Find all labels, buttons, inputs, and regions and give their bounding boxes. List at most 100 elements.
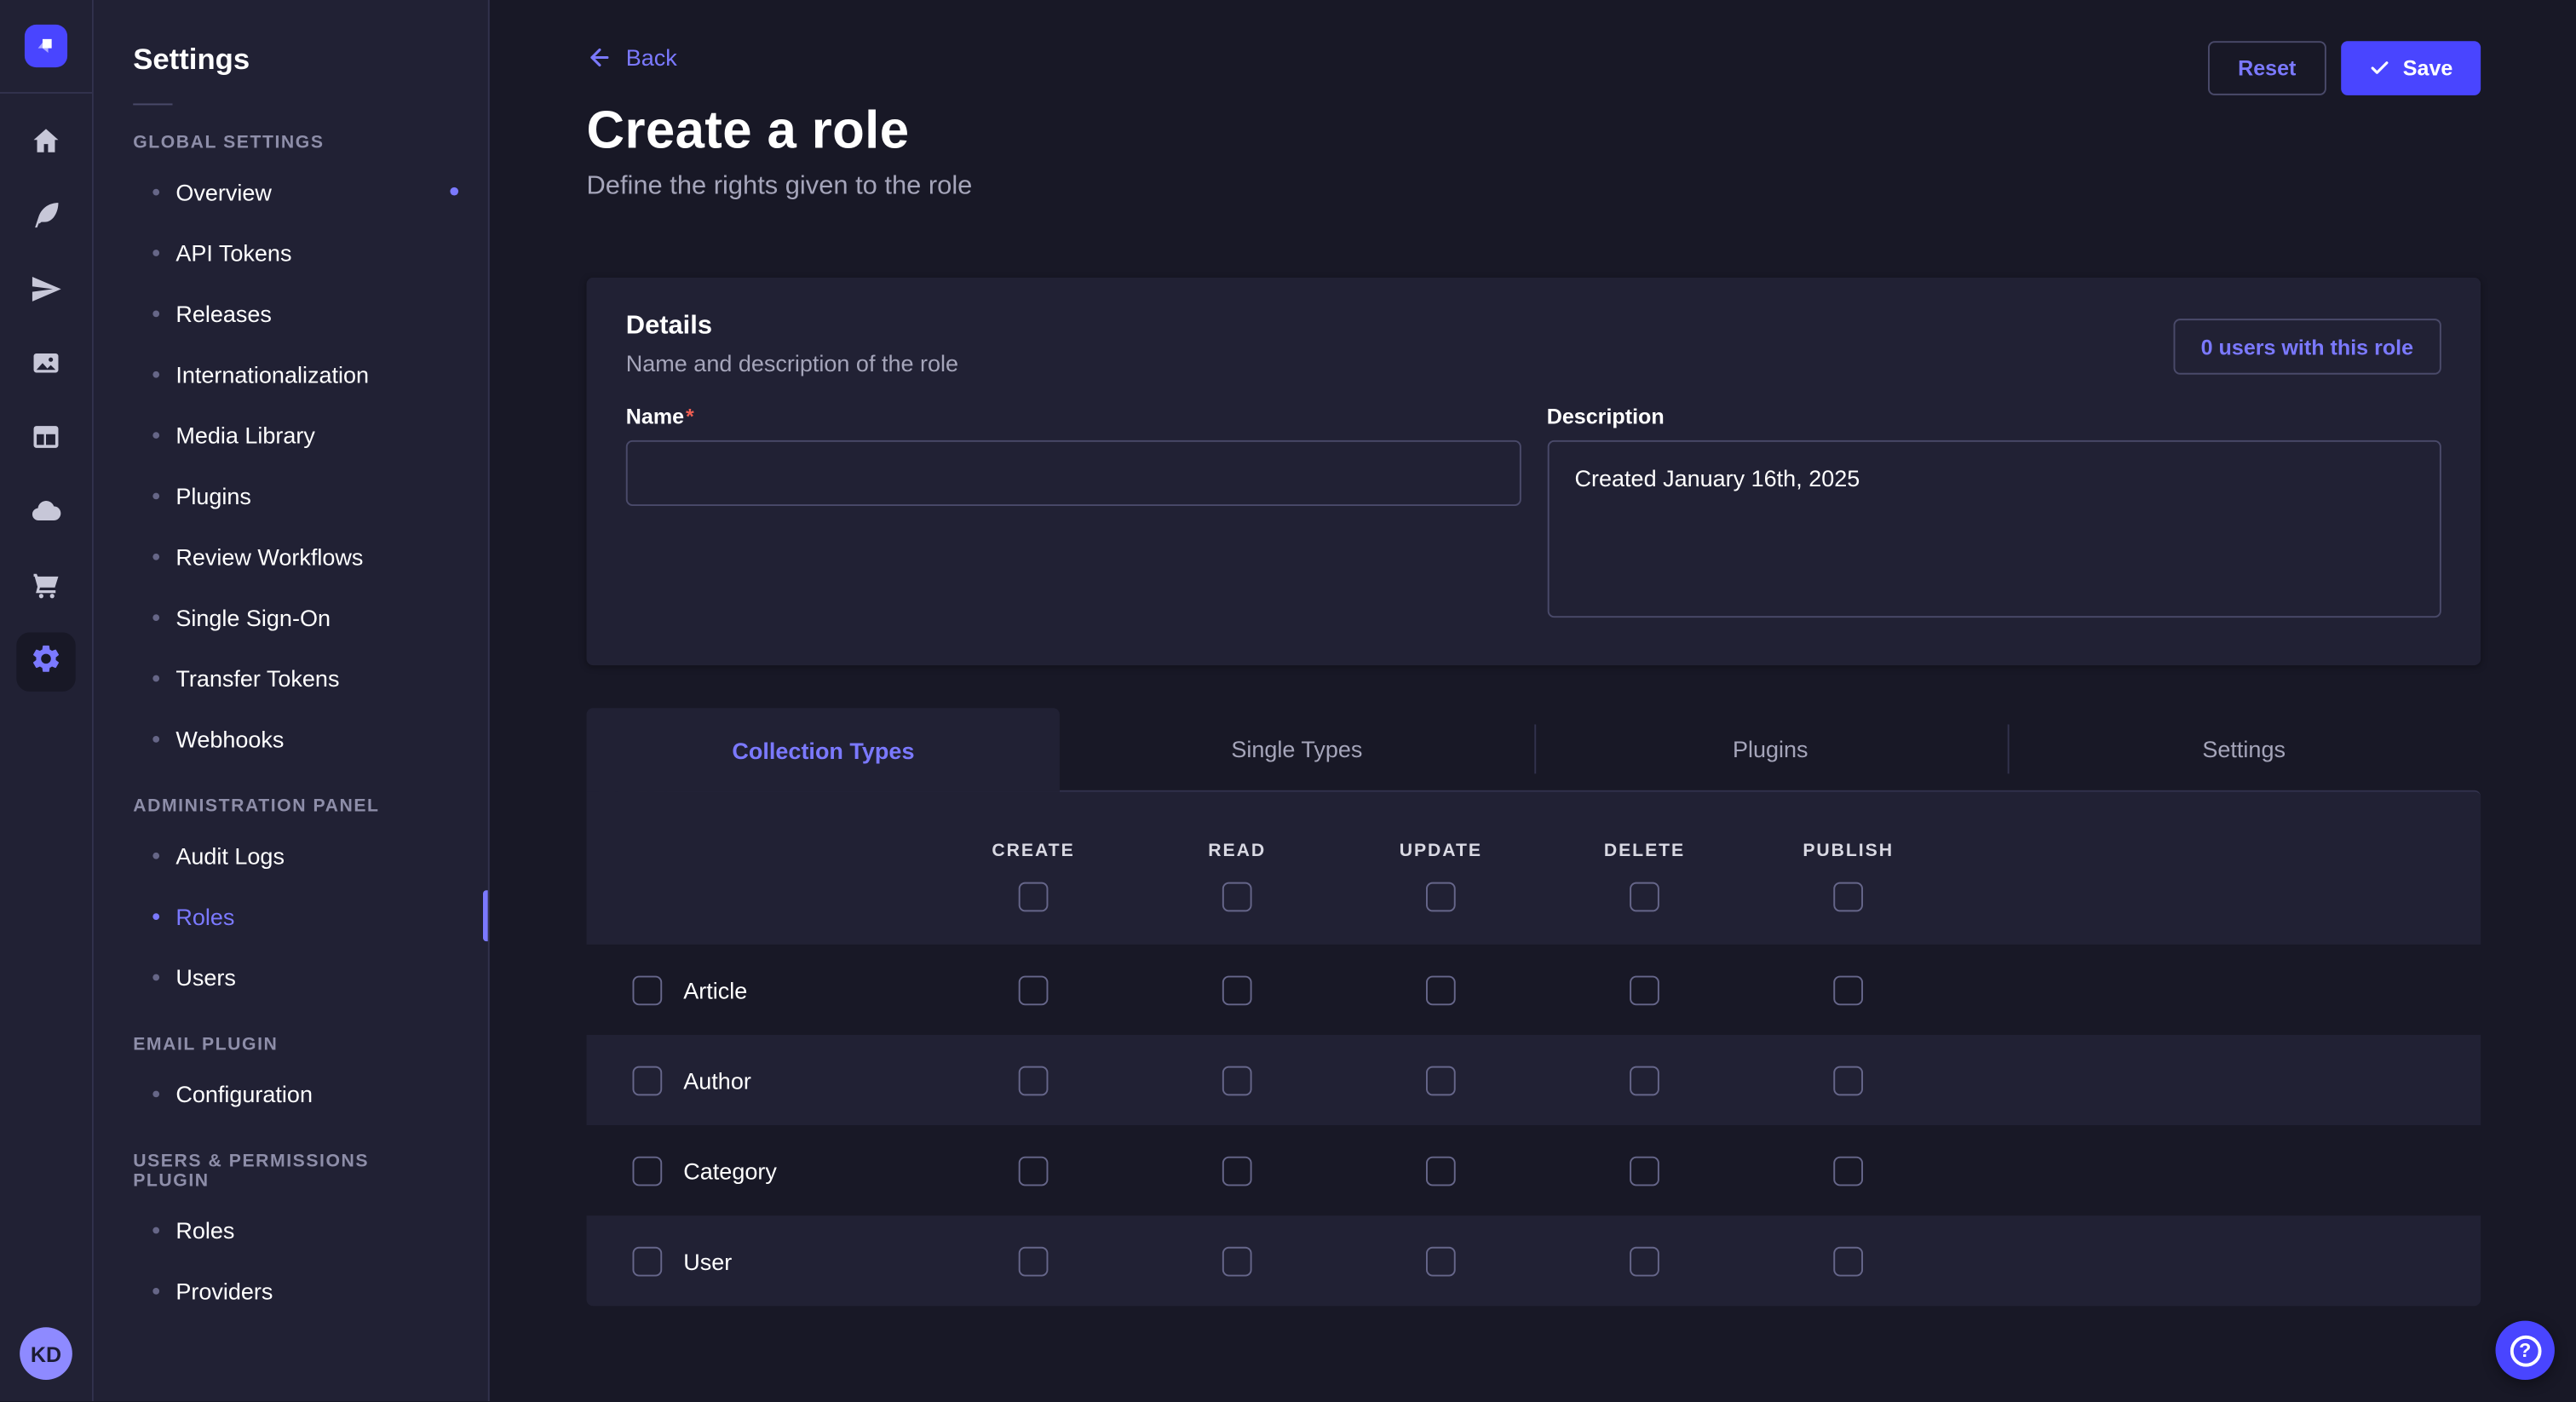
sidebar-item-label: Roles [175, 903, 234, 929]
rail-item-layout[interactable] [16, 411, 75, 469]
checkbox-user-update[interactable] [1426, 1246, 1456, 1276]
checkbox-article-create[interactable] [1019, 975, 1049, 1005]
sidebar-item-releases[interactable]: Releases [94, 283, 488, 343]
description-textarea[interactable]: Created January 16th, 2025 [1547, 440, 2441, 618]
sidebar-item-users[interactable]: Users [94, 946, 488, 1007]
column-delete: DELETE [1543, 841, 1746, 911]
checkbox-category-update[interactable] [1426, 1156, 1456, 1186]
bullet-icon [152, 974, 159, 980]
checkbox-article-read[interactable] [1222, 975, 1252, 1005]
cell-article-update [1339, 975, 1543, 1005]
app-window: KD Settings GLOBAL SETTINGSOverviewAPI T… [0, 0, 2576, 1401]
checkbox-article-delete[interactable] [1630, 975, 1659, 1005]
name-label: Name* [626, 404, 1521, 428]
cell-article-delete [1543, 975, 1746, 1005]
checkbox-category-delete[interactable] [1630, 1156, 1659, 1186]
checkbox-author-read[interactable] [1222, 1066, 1252, 1095]
tab-single-types[interactable]: Single Types [1060, 708, 1533, 790]
save-button[interactable]: Save [2340, 41, 2481, 95]
details-title: Details [626, 312, 958, 342]
checkbox-select-all-update[interactable] [1426, 882, 1456, 912]
bullet-icon [152, 431, 159, 438]
checkbox-category-create[interactable] [1019, 1156, 1049, 1186]
home-icon [30, 124, 63, 165]
checkbox-user-create[interactable] [1019, 1246, 1049, 1276]
sidebar-item-label: Users [175, 963, 236, 990]
column-label: UPDATE [1400, 841, 1482, 860]
sidebar-section-email-plugin: EMAIL PLUGIN Configuration [94, 1035, 488, 1123]
sidebar-item-webhooks[interactable]: Webhooks [94, 708, 488, 768]
row-label: Category [683, 1158, 777, 1184]
rail-item-home[interactable] [16, 115, 75, 174]
sidebar-item-roles[interactable]: Roles [94, 1199, 488, 1260]
sidebar-item-media-library[interactable]: Media Library [94, 404, 488, 464]
tab-settings[interactable]: Settings [2007, 708, 2481, 790]
rail-item-cloud[interactable] [16, 485, 75, 543]
back-link[interactable]: Back [586, 44, 676, 71]
sidebar-item-review-workflows[interactable]: Review Workflows [94, 526, 488, 586]
rail-item-feather[interactable] [16, 189, 75, 248]
sidebar-item-configuration[interactable]: Configuration [94, 1063, 488, 1123]
users-with-role-button[interactable]: 0 users with this role [2173, 319, 2441, 375]
checkbox-article-publish[interactable] [1833, 975, 1863, 1005]
sidebar-item-label: Internationalization [175, 360, 369, 387]
checkbox-category-publish[interactable] [1833, 1156, 1863, 1186]
sidebar-item-providers[interactable]: Providers [94, 1260, 488, 1320]
bullet-icon [152, 1287, 159, 1294]
rail-item-settings-gear[interactable] [16, 632, 75, 691]
sidebar-item-plugins[interactable]: Plugins [94, 465, 488, 526]
checkbox-select-all-create[interactable] [1019, 882, 1049, 912]
rail-item-media-library[interactable] [16, 336, 75, 395]
permissions-section: Collection TypesSingle TypesPluginsSetti… [586, 708, 2481, 1306]
active-item-indicator [483, 890, 488, 941]
permissions-table: CREATEREADUPDATEDELETEPUBLISH ArticleAut… [586, 790, 2481, 1307]
sidebar-item-single-sign-on[interactable]: Single Sign-On [94, 586, 488, 646]
table-row-author: Author [586, 1035, 2481, 1125]
name-input[interactable] [626, 440, 1521, 506]
checkbox-select-row-author[interactable] [632, 1066, 662, 1095]
tab-plugins[interactable]: Plugins [1533, 708, 2007, 790]
sidebar-item-audit-logs[interactable]: Audit Logs [94, 825, 488, 885]
sidebar-item-api-tokens[interactable]: API Tokens [94, 221, 488, 282]
section-label: EMAIL PLUGIN [94, 1035, 488, 1054]
checkbox-select-row-article[interactable] [632, 975, 662, 1005]
sidebar-item-internationalization[interactable]: Internationalization [94, 343, 488, 404]
row-label: User [683, 1248, 732, 1274]
checkbox-author-delete[interactable] [1630, 1066, 1659, 1095]
checkbox-user-delete[interactable] [1630, 1246, 1659, 1276]
sidebar-item-label: Transfer Tokens [175, 664, 339, 691]
cell-category-publish [1746, 1156, 1950, 1186]
cell-article-publish [1746, 975, 1950, 1005]
checkbox-select-all-publish[interactable] [1833, 882, 1863, 912]
details-card-header: Details Name and description of the role… [626, 312, 2441, 376]
check-icon [2368, 57, 2389, 78]
cell-user-read [1136, 1246, 1339, 1276]
sidebar-item-transfer-tokens[interactable]: Transfer Tokens [94, 647, 488, 708]
sidebar-item-overview[interactable]: Overview [94, 161, 488, 221]
checkbox-user-publish[interactable] [1833, 1246, 1863, 1276]
bullet-icon [152, 852, 159, 859]
help-button[interactable]: ? [2495, 1321, 2554, 1380]
bullet-icon [152, 492, 159, 499]
sidebar-section-users-permissions-plugin: USERS & PERMISSIONS PLUGINRolesProviders [94, 1152, 488, 1321]
checkbox-select-all-delete[interactable] [1630, 882, 1659, 912]
checkbox-category-read[interactable] [1222, 1156, 1252, 1186]
bullet-icon [152, 735, 159, 742]
sidebar-item-roles[interactable]: Roles [94, 885, 488, 945]
checkbox-article-update[interactable] [1426, 975, 1456, 1005]
table-row-category: Category [586, 1125, 2481, 1215]
checkbox-author-publish[interactable] [1833, 1066, 1863, 1095]
user-avatar[interactable]: KD [20, 1327, 72, 1380]
reset-button[interactable]: Reset [2208, 41, 2326, 95]
checkbox-user-read[interactable] [1222, 1246, 1252, 1276]
rail-item-paper-plane[interactable] [16, 263, 75, 322]
cell-category-read [1136, 1156, 1339, 1186]
checkbox-select-row-user[interactable] [632, 1246, 662, 1276]
checkbox-author-create[interactable] [1019, 1066, 1049, 1095]
tab-collection-types[interactable]: Collection Types [586, 708, 1060, 791]
rail-item-marketplace-cart[interactable] [16, 559, 75, 618]
checkbox-select-all-read[interactable] [1222, 882, 1252, 912]
checkbox-author-update[interactable] [1426, 1066, 1456, 1095]
strapi-logo-icon[interactable] [25, 25, 67, 67]
checkbox-select-row-category[interactable] [632, 1156, 662, 1186]
